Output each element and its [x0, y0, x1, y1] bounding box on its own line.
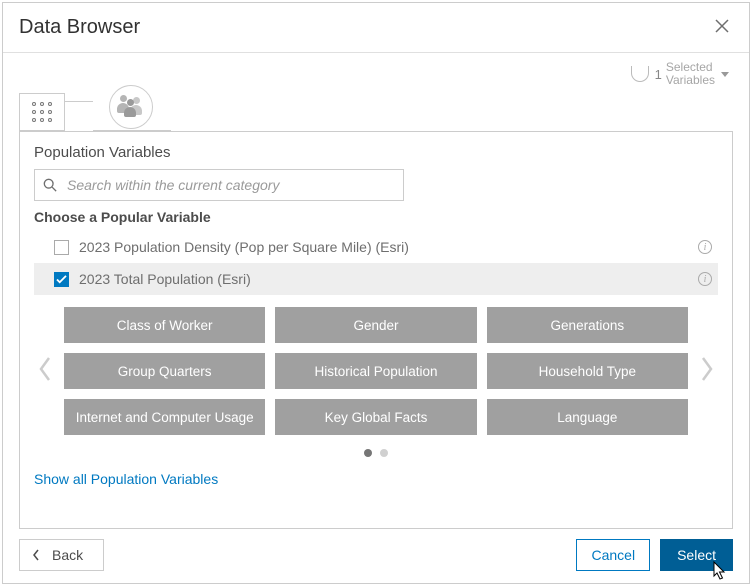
subcategory-tile[interactable]: Household Type	[487, 353, 688, 389]
variable-row[interactable]: 2023 Total Population (Esri) i	[34, 263, 718, 295]
variable-row[interactable]: 2023 Population Density (Pop per Square …	[34, 231, 718, 263]
back-label: Back	[52, 547, 83, 563]
variable-checkbox[interactable]	[54, 272, 69, 287]
grid-icon	[32, 102, 53, 123]
breadcrumb-nav	[3, 89, 749, 131]
subcategory-area: Class of Worker Gender Generations Group…	[34, 307, 718, 435]
selected-variables-button[interactable]: 1 Selected Variables	[631, 61, 729, 87]
subcategory-tile[interactable]: Historical Population	[275, 353, 476, 389]
close-icon	[715, 19, 729, 33]
subcategory-tile[interactable]: Class of Worker	[64, 307, 265, 343]
section-title: Population Variables	[34, 144, 718, 161]
subcategory-grid: Class of Worker Gender Generations Group…	[64, 307, 688, 435]
data-browser-dialog: Data Browser 1 Selected Variables	[2, 2, 750, 584]
category-grid-button[interactable]	[19, 93, 65, 131]
subcategory-tile[interactable]: Gender	[275, 307, 476, 343]
current-category-node	[93, 89, 171, 131]
chevron-down-icon	[721, 72, 729, 77]
subcategory-tile[interactable]: Group Quarters	[64, 353, 265, 389]
basket-icon	[631, 66, 649, 82]
nav-connector	[65, 101, 93, 102]
pager-dot-1[interactable]	[364, 449, 372, 457]
selected-count: 1	[655, 67, 662, 82]
search-field[interactable]	[34, 169, 404, 201]
dialog-footer: Back Cancel Select	[3, 529, 749, 583]
dialog-title: Data Browser	[19, 16, 140, 39]
dialog-header: Data Browser	[3, 3, 749, 53]
population-category-icon[interactable]	[109, 85, 153, 129]
pager	[34, 449, 718, 457]
variable-checkbox[interactable]	[54, 240, 69, 255]
search-icon	[43, 178, 57, 192]
show-all-link[interactable]: Show all Population Variables	[34, 471, 218, 487]
top-bar: 1 Selected Variables	[3, 53, 749, 91]
popular-variable-heading: Choose a Popular Variable	[34, 209, 718, 225]
selected-variables-label: Selected Variables	[666, 61, 715, 87]
info-icon[interactable]: i	[698, 240, 712, 254]
content-panel: Population Variables Choose a Popular Va…	[19, 131, 733, 529]
subcategory-tile[interactable]: Key Global Facts	[275, 399, 476, 435]
variable-label: 2023 Total Population (Esri)	[79, 271, 688, 287]
search-input[interactable]	[65, 176, 395, 194]
subcategory-tile[interactable]: Generations	[487, 307, 688, 343]
chevron-left-icon	[32, 549, 40, 561]
cancel-button[interactable]: Cancel	[576, 539, 650, 571]
select-button[interactable]: Select	[660, 539, 733, 571]
people-icon	[118, 95, 144, 119]
pager-dot-2[interactable]	[380, 449, 388, 457]
subcategory-tile[interactable]: Language	[487, 399, 688, 435]
next-page-button[interactable]	[696, 352, 718, 391]
info-icon[interactable]: i	[698, 272, 712, 286]
chevron-right-icon	[700, 356, 714, 382]
variable-label: 2023 Population Density (Pop per Square …	[79, 239, 688, 255]
back-button[interactable]: Back	[19, 539, 104, 571]
prev-page-button[interactable]	[34, 352, 56, 391]
subcategory-tile[interactable]: Internet and Computer Usage	[64, 399, 265, 435]
close-button[interactable]	[711, 13, 733, 42]
chevron-left-icon	[38, 356, 52, 382]
check-icon	[56, 275, 67, 284]
